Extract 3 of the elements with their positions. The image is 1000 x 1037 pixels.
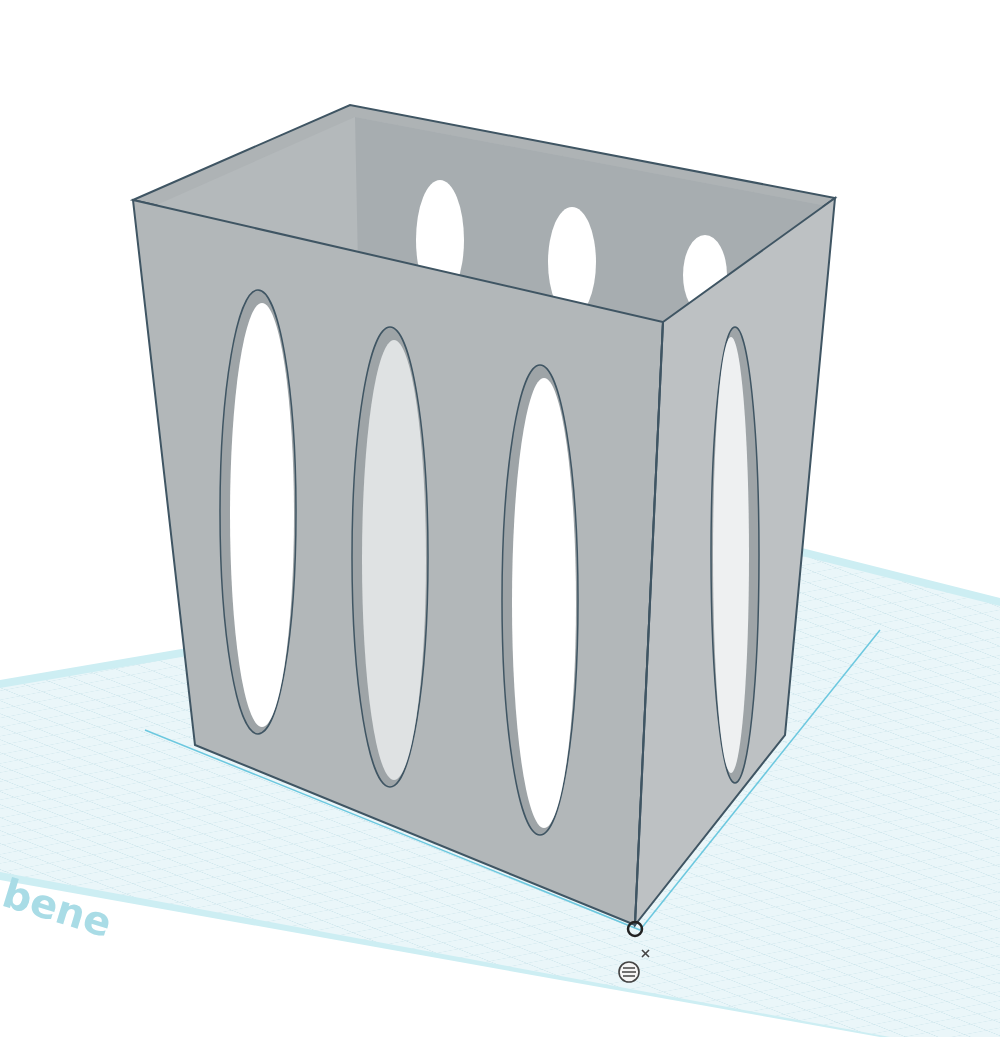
close-icon[interactable] [641,949,650,958]
workplane-label: bene [0,869,118,947]
origin-marker-icon [626,920,644,938]
